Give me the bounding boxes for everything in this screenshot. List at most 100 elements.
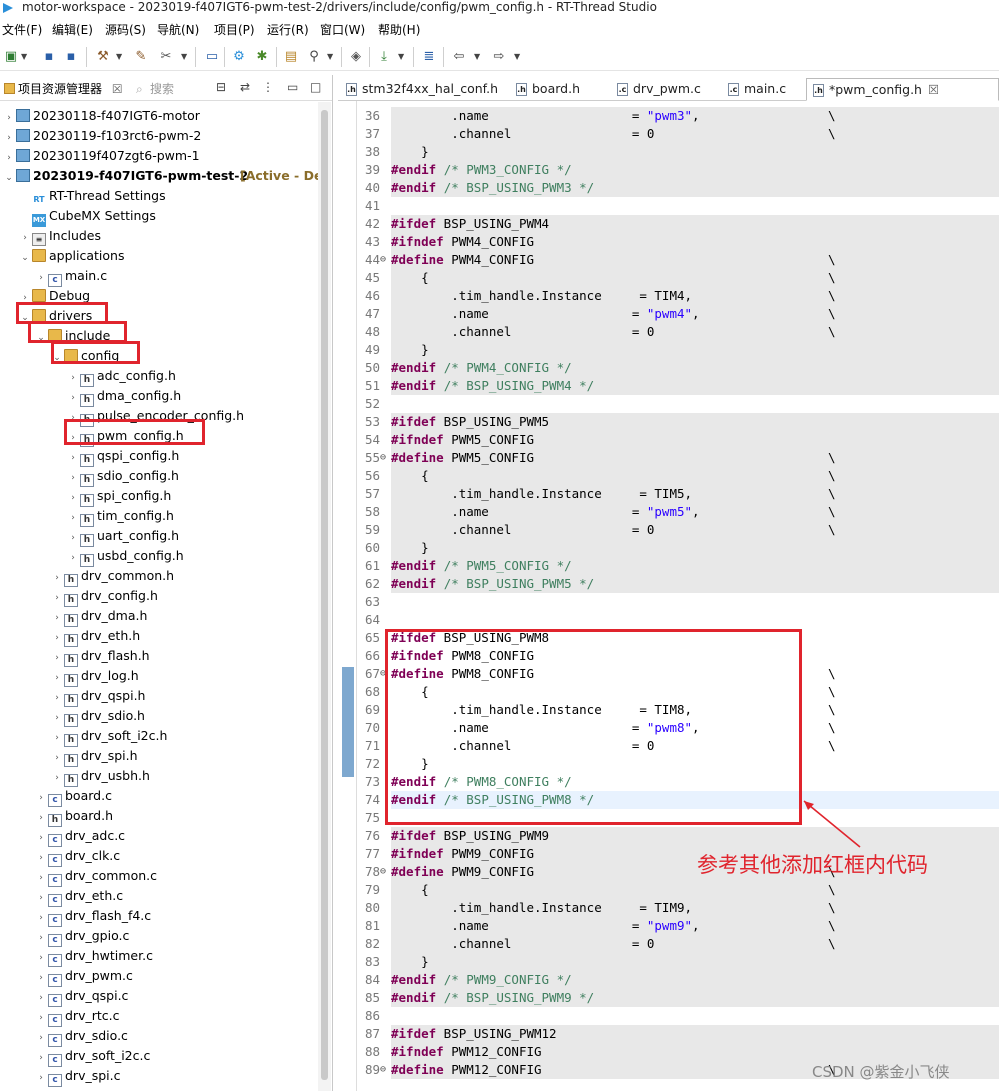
code-line[interactable]: 37 .channel = 0 \ <box>338 125 999 143</box>
tree-item[interactable]: › c board.c <box>34 786 112 808</box>
chevron-right-icon[interactable]: › <box>2 148 16 168</box>
scrollbar-thumb[interactable] <box>321 110 328 1080</box>
debug-icon[interactable]: ✱ <box>253 48 271 66</box>
tree-item[interactable]: › h drv_common.h <box>50 566 174 587</box>
tree-item[interactable]: › c drv_pwm.c <box>34 966 133 988</box>
code-line[interactable]: 62 #endif /* BSP_USING_PWM5 */ <box>338 575 999 593</box>
save-icon[interactable]: ▪ <box>40 48 58 66</box>
tree-item[interactable]: ⌄ 2023019-f407IGT6-pwm-test-2 [Active - De… <box>2 166 327 188</box>
layers-icon[interactable]: ≣ <box>420 48 438 66</box>
tree-item[interactable]: › h adc_config.h <box>66 366 176 387</box>
link-editor-icon[interactable]: ⇄ <box>240 80 250 94</box>
tree-item[interactable]: › c drv_hwtimer.c <box>34 946 153 968</box>
chevron-right-icon[interactable]: › <box>66 448 80 468</box>
code-line[interactable]: 52 <box>338 395 999 413</box>
tree-item[interactable]: › h qspi_config.h <box>66 446 179 468</box>
chevron-right-icon[interactable]: › <box>66 528 80 548</box>
download-dropdown-icon[interactable]: ▼ <box>398 49 406 65</box>
chevron-right-icon[interactable]: › <box>34 1048 48 1068</box>
code-line[interactable]: 47 .name = "pwm4", \ <box>338 305 999 323</box>
chevron-right-icon[interactable]: › <box>50 668 64 688</box>
code-line[interactable]: 54 #ifndef PWM5_CONFIG <box>338 431 999 449</box>
tree-item[interactable]: › 20230119f407zgt6-pwm-1 <box>2 146 199 168</box>
code-line[interactable]: 61 #endif /* PWM5_CONFIG */ <box>338 557 999 575</box>
tree-item[interactable]: › c drv_eth.c <box>34 886 123 908</box>
menu-help[interactable]: 帮助(H) <box>378 22 420 38</box>
menu-run[interactable]: 运行(R) <box>267 22 309 38</box>
code-line[interactable]: 79 {\ <box>338 881 999 899</box>
bookmark-icon[interactable]: ◈ <box>347 48 365 66</box>
chevron-right-icon[interactable]: › <box>34 888 48 908</box>
code-line[interactable]: 88 #ifndef PWM12_CONFIG <box>338 1043 999 1061</box>
chevron-right-icon[interactable]: › <box>66 508 80 528</box>
code-line[interactable]: 81 .name = "pwm9", \ <box>338 917 999 935</box>
menu-file[interactable]: 文件(F) <box>2 22 42 38</box>
chevron-right-icon[interactable]: › <box>34 808 48 828</box>
chevron-right-icon[interactable]: › <box>34 968 48 988</box>
tab-drv-pwm-c[interactable]: .c drv_pwm.c <box>611 78 701 101</box>
code-line[interactable]: 87 #ifdef BSP_USING_PWM12 <box>338 1025 999 1043</box>
tab-project-explorer[interactable]: 项目资源管理器 ☒ <box>2 79 123 99</box>
tab-pwm-config-h[interactable]: .h *pwm_config.h ☒ <box>806 78 999 101</box>
chevron-right-icon[interactable]: › <box>34 928 48 948</box>
code-line[interactable]: 82 .channel = 0 \ <box>338 935 999 953</box>
chevron-right-icon[interactable]: › <box>18 228 32 248</box>
tools-dropdown-icon[interactable]: ▼ <box>181 49 189 65</box>
chevron-right-icon[interactable]: › <box>34 788 48 808</box>
fold-toggle-icon[interactable]: ⊖ <box>380 863 390 881</box>
code-line[interactable]: 57 .tim_handle.Instance = TIM5, \ <box>338 485 999 503</box>
menu-window[interactable]: 窗口(W) <box>320 22 365 38</box>
chevron-right-icon[interactable]: › <box>34 1068 48 1088</box>
tree-item[interactable]: › h dma_config.h <box>66 386 181 407</box>
tree-item[interactable]: › h drv_soft_i2c.h <box>50 726 167 747</box>
collapse-all-icon[interactable]: ⊟ <box>216 80 226 94</box>
code-line[interactable]: 59 .channel = 0 \ <box>338 521 999 539</box>
chevron-right-icon[interactable]: › <box>34 948 48 968</box>
code-line[interactable]: 49 } <box>338 341 999 359</box>
code-line[interactable]: 45 {\ <box>338 269 999 287</box>
tree-item[interactable]: › h board.h <box>34 806 113 828</box>
tree-item[interactable]: › c drv_flash_f4.c <box>34 906 151 927</box>
code-line[interactable]: 86 <box>338 1007 999 1025</box>
tree-item[interactable]: › h drv_sdio.h <box>50 706 145 727</box>
build-dropdown-icon[interactable]: ▼ <box>116 49 124 65</box>
tab-search[interactable]: ⌕ 搜索 <box>134 79 174 99</box>
tree-item[interactable]: › h uart_config.h <box>66 526 179 548</box>
chevron-right-icon[interactable]: › <box>34 868 48 888</box>
chevron-right-icon[interactable]: › <box>66 488 80 508</box>
code-line[interactable]: 85 #endif /* BSP_USING_PWM9 */ <box>338 989 999 1007</box>
tree-item[interactable]: › c drv_adc.c <box>34 826 125 847</box>
monitor-icon[interactable]: ▭ <box>203 48 221 66</box>
new-dropdown-icon[interactable]: ▼ <box>21 49 29 65</box>
tree-item[interactable]: RT RT-Thread Settings <box>18 186 166 206</box>
chevron-down-icon[interactable]: ⌄ <box>2 168 16 188</box>
tree-item[interactable]: › c drv_common.c <box>34 866 157 888</box>
chevron-right-icon[interactable]: › <box>34 1028 48 1048</box>
tree-item[interactable]: MX CubeMX Settings <box>18 206 156 227</box>
tools-icon[interactable]: ✂ <box>157 48 175 66</box>
tree-item[interactable]: › c drv_soft_i2c.c <box>34 1046 150 1068</box>
menu-source[interactable]: 源码(S) <box>105 22 146 38</box>
fold-toggle-icon[interactable]: ⊖ <box>380 449 390 467</box>
chevron-right-icon[interactable]: › <box>2 108 16 128</box>
code-line[interactable]: 36 .name = "pwm3", \ <box>338 107 999 125</box>
close-icon[interactable]: ☒ <box>112 82 123 96</box>
code-line[interactable]: 40 #endif /* BSP_USING_PWM3 */ <box>338 179 999 197</box>
minimize-icon[interactable]: ▭ <box>287 80 298 94</box>
tree-item[interactable]: ⌄ applications <box>18 246 124 266</box>
code-line[interactable]: 55 ⊖ #define PWM5_CONFIG \ <box>338 449 999 467</box>
chevron-right-icon[interactable]: › <box>50 628 64 648</box>
tree-item[interactable]: › h drv_usbh.h <box>50 766 150 787</box>
code-line[interactable]: 53 #ifdef BSP_USING_PWM5 <box>338 413 999 431</box>
code-line[interactable]: 46 .tim_handle.Instance = TIM4, \ <box>338 287 999 305</box>
code-line[interactable]: 50 #endif /* PWM4_CONFIG */ <box>338 359 999 377</box>
tree-item[interactable]: › c drv_rtc.c <box>34 1006 119 1027</box>
chevron-right-icon[interactable]: › <box>50 588 64 608</box>
tree-item[interactable]: › h drv_log.h <box>50 666 139 688</box>
code-line[interactable]: 83 } <box>338 953 999 971</box>
code-line[interactable]: 43 #ifndef PWM4_CONFIG <box>338 233 999 251</box>
tree-item[interactable]: › h sdio_config.h <box>66 466 179 487</box>
close-tab-icon[interactable]: ☒ <box>928 82 939 97</box>
maximize-icon[interactable]: □ <box>310 80 321 94</box>
code-line[interactable]: 48 .channel = 0 \ <box>338 323 999 341</box>
